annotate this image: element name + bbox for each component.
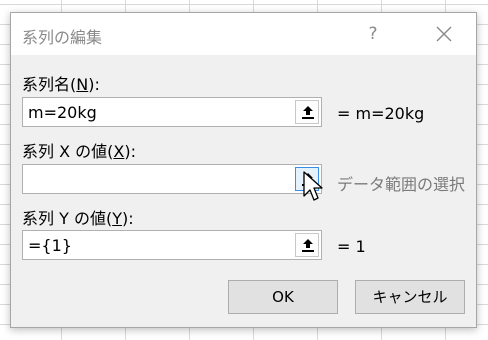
x-values-preview: データ範囲の選択 — [337, 175, 466, 194]
series-name-preview: = m=20kg — [337, 104, 425, 123]
series-name-label: 系列名(N): — [22, 75, 100, 94]
series-name-collapse-button[interactable] — [295, 100, 319, 124]
collapse-dialog-icon — [302, 106, 314, 119]
title-bar: 系列の編集 ? — [11, 13, 476, 55]
close-icon[interactable] — [429, 21, 459, 47]
cancel-button[interactable]: キャンセル — [355, 280, 465, 314]
edit-series-dialog: 系列の編集 ? 系列名(N): m=20kg = m=20kg 系列 X の値(… — [10, 12, 477, 328]
mouse-pointer-icon — [303, 171, 323, 201]
dialog-title: 系列の編集 — [22, 28, 103, 47]
y-values-field[interactable]: ={1} — [22, 230, 322, 260]
collapse-dialog-icon — [302, 239, 314, 252]
x-values-label: 系列 X の値(X): — [22, 142, 136, 161]
y-values-label: 系列 Y の値(Y): — [22, 209, 134, 228]
series-name-value: m=20kg — [28, 103, 97, 122]
y-values-collapse-button[interactable] — [295, 233, 319, 257]
y-values-value: ={1} — [28, 236, 72, 255]
ok-button[interactable]: OK — [228, 280, 338, 314]
help-button[interactable]: ? — [359, 21, 387, 47]
series-name-field[interactable]: m=20kg — [22, 97, 322, 127]
y-values-preview: = 1 — [337, 237, 366, 256]
x-values-field[interactable] — [22, 164, 322, 194]
